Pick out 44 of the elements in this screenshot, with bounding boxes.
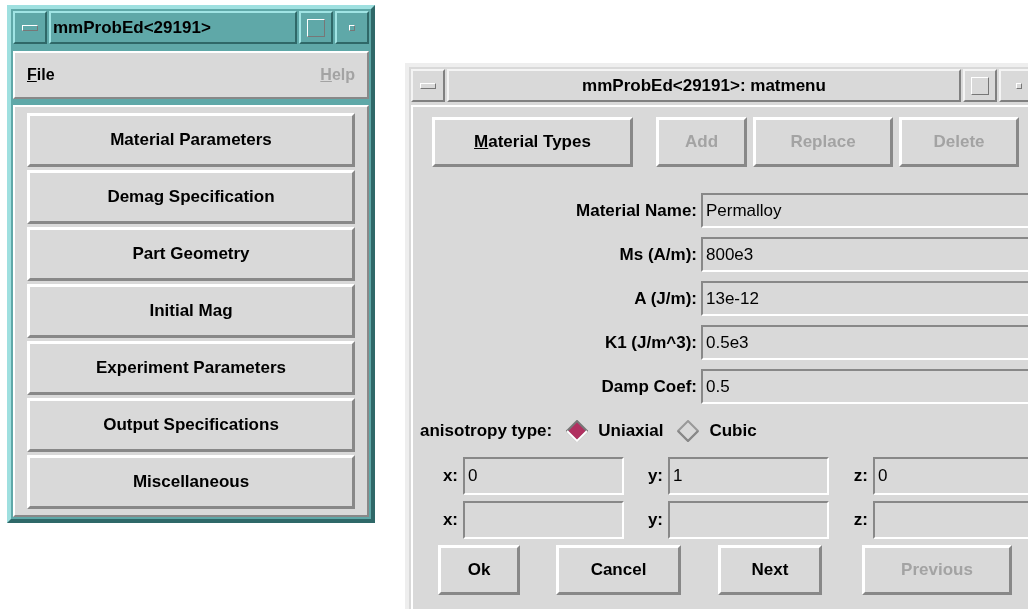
section-button[interactable]: Experiment Parameters — [27, 341, 355, 395]
field-label: z: — [852, 466, 869, 486]
radio-label[interactable]: Uniaxial — [598, 421, 664, 441]
input-field[interactable]: 0 — [873, 457, 1028, 495]
minimize-button[interactable] — [335, 11, 369, 44]
input-field[interactable]: 0.5 — [701, 369, 1028, 404]
field-label: Damp Coef: — [600, 376, 698, 397]
toolbar-button[interactable]: Material Types — [432, 117, 633, 167]
section-button[interactable]: Initial Mag — [27, 284, 355, 338]
window-menu-button[interactable] — [13, 11, 47, 44]
window-title: mmProbEd<29191>: matmenu — [447, 69, 961, 102]
input-field[interactable]: 0.5e3 — [701, 325, 1028, 360]
section-button[interactable]: Material Parameters — [27, 113, 355, 167]
dialog-button[interactable]: Cancel — [556, 545, 681, 595]
window-title: mmProbEd<29191> — [49, 11, 297, 44]
dialog-button[interactable]: Next — [718, 545, 822, 595]
input-field[interactable]: 1 — [668, 457, 829, 495]
input-field[interactable]: 0 — [463, 457, 624, 495]
radio-label[interactable]: Cubic — [709, 421, 757, 441]
field-label: x: — [441, 466, 459, 486]
section-button[interactable]: Demag Specification — [27, 170, 355, 224]
field-label: A (J/m): — [633, 288, 698, 309]
section-button[interactable]: Miscellaneous — [27, 455, 355, 509]
input-field[interactable]: Permalloy — [701, 193, 1028, 228]
section-button[interactable]: Part Geometry — [27, 227, 355, 281]
input-field[interactable] — [463, 501, 624, 539]
radio-button[interactable] — [566, 420, 589, 442]
menu-item[interactable]: File — [27, 66, 55, 84]
section-button[interactable]: Output Specifications — [27, 398, 355, 452]
maximize-button[interactable] — [299, 11, 333, 44]
field-label: y: — [646, 510, 664, 530]
radio-button[interactable] — [677, 420, 700, 442]
input-field[interactable]: 800e3 — [701, 237, 1028, 272]
input-field[interactable]: 13e-12 — [701, 281, 1028, 316]
input-field[interactable] — [873, 501, 1028, 539]
field-label: x: — [441, 510, 459, 530]
field-label: Ms (A/m): — [618, 244, 698, 265]
field-label: z: — [852, 510, 869, 530]
field-label: y: — [646, 466, 664, 486]
dialog-button[interactable]: Ok — [438, 545, 520, 595]
input-field[interactable] — [668, 501, 829, 539]
field-label: Material Name: — [575, 200, 698, 221]
field-label: K1 (J/m^3): — [603, 332, 698, 353]
field-label: anisotropy type: — [420, 421, 553, 441]
